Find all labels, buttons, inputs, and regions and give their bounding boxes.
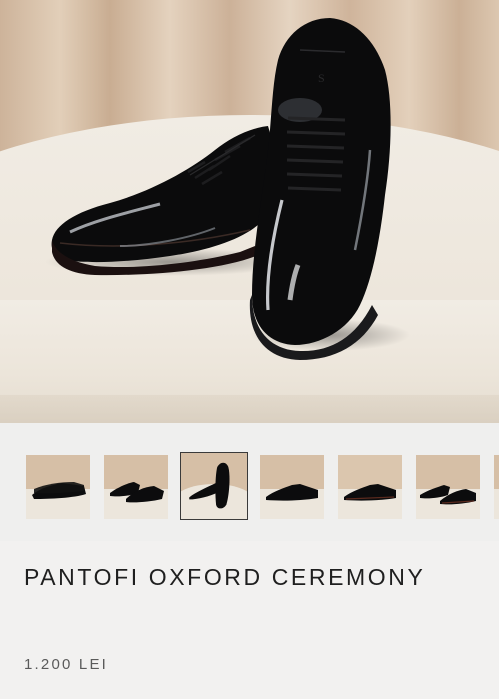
gallery-thumbnail-strip (0, 423, 499, 541)
thumbnail-image (494, 455, 499, 519)
thumbnail-image (338, 455, 402, 519)
gallery-thumbnail-1[interactable] (26, 455, 90, 519)
product-photo: S (0, 0, 499, 423)
product-price: 1.200 LEI (24, 656, 109, 673)
svg-text:S: S (318, 71, 325, 85)
product-main-image[interactable]: S (0, 0, 499, 423)
gallery-thumbnail-3[interactable] (180, 452, 248, 520)
thumbnail-image (416, 455, 480, 519)
thumbnail-image (181, 453, 247, 519)
gallery-thumbnail-4[interactable] (260, 455, 324, 519)
gallery-thumbnail-7[interactable] (494, 455, 499, 519)
thumbnail-image (104, 455, 168, 519)
gallery-thumbnail-2[interactable] (104, 455, 168, 519)
gallery-thumbnail-6[interactable] (416, 455, 480, 519)
product-title: PANTOFI OXFORD CEREMONY (24, 564, 426, 590)
thumbnail-image (260, 455, 324, 519)
gallery-thumbnail-5[interactable] (338, 455, 402, 519)
thumbnail-image (26, 455, 90, 519)
